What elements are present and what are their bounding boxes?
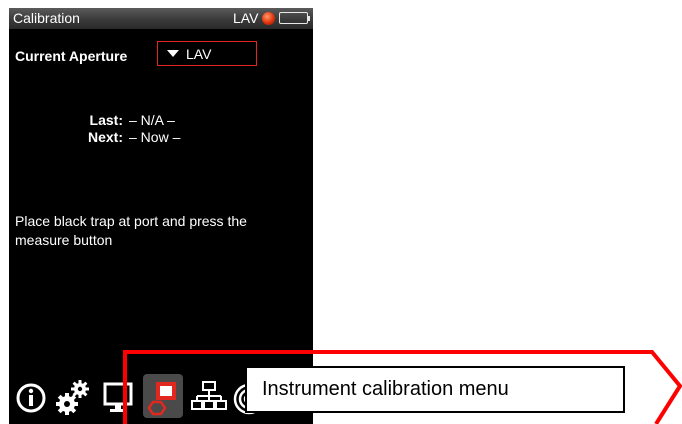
status-led-icon [262, 12, 275, 25]
calibration-button[interactable] [143, 374, 183, 418]
device-screen: Calibration LAV Current Aperture LAV Las… [9, 8, 313, 424]
callout-box: Instrument calibration menu [245, 366, 625, 413]
last-calibration-row: Last: – N/A – [9, 112, 313, 130]
status-aperture: LAV [233, 10, 259, 26]
next-calibration-row: Next: – Now – [9, 129, 313, 147]
battery-tip [308, 16, 310, 21]
next-label: Next: [87, 129, 123, 145]
screen-title: Calibration [13, 10, 80, 26]
last-value: – N/A – [129, 112, 175, 128]
network-button[interactable] [189, 374, 229, 418]
battery-icon [279, 12, 308, 24]
status-bar: Calibration LAV [9, 8, 313, 29]
info-icon [16, 383, 46, 413]
callout-text: Instrument calibration menu [262, 378, 509, 400]
display-button[interactable] [99, 374, 139, 418]
settings-gears-icon [56, 380, 89, 415]
aperture-value: LAV [186, 46, 212, 62]
next-value: – Now – [129, 129, 181, 145]
last-label: Last: [89, 112, 123, 128]
info-button[interactable] [11, 374, 51, 418]
monitor-icon [103, 382, 133, 412]
settings-button[interactable] [53, 374, 93, 418]
calibration-icon [147, 382, 176, 416]
dropdown-arrow-icon [167, 50, 179, 57]
instruction-message: Place black trap at port and press the m… [15, 213, 247, 248]
current-aperture-label: Current Aperture [15, 48, 128, 64]
aperture-dropdown[interactable]: LAV [157, 41, 257, 66]
network-icon [191, 381, 227, 410]
